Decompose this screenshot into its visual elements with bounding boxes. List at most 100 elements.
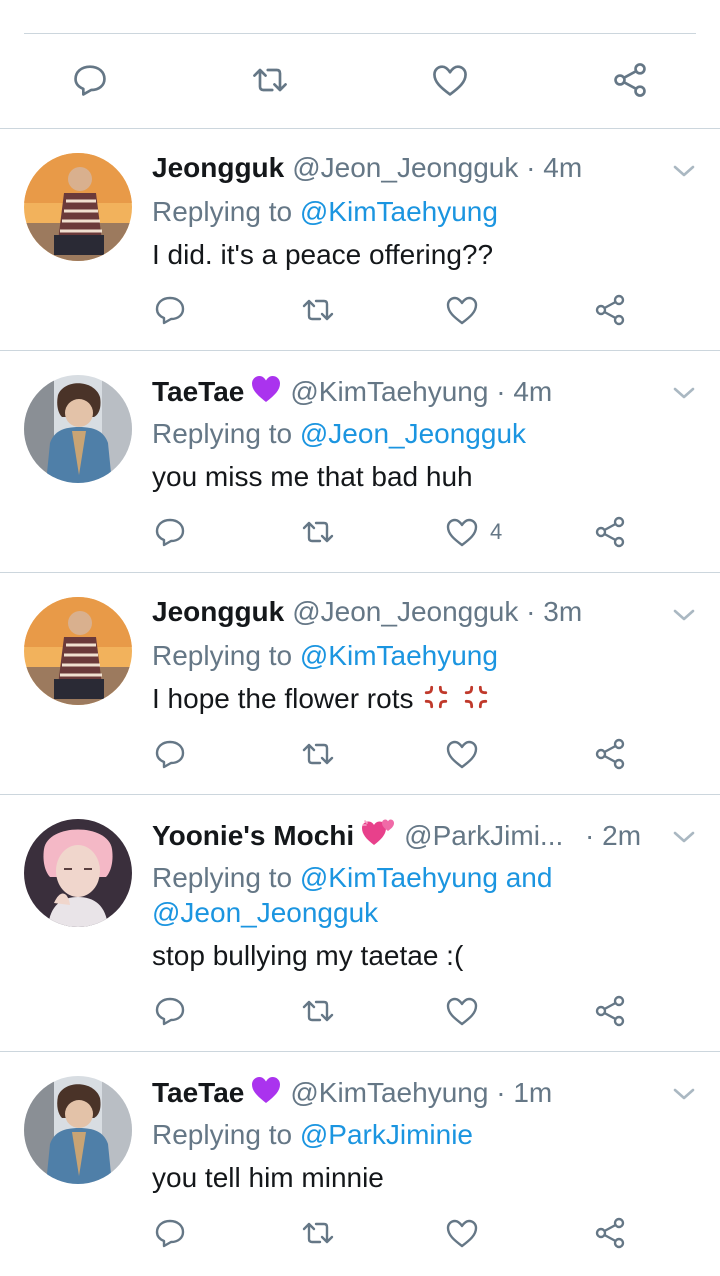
- reply-button[interactable]: [152, 290, 188, 330]
- avatar[interactable]: [24, 153, 132, 261]
- replying-label: Replying to: [152, 196, 293, 227]
- timestamp[interactable]: 3m: [543, 596, 582, 627]
- mention-link[interactable]: @KimTaehyung: [300, 196, 498, 227]
- user-handle[interactable]: @Jeon_Jeongguk: [292, 596, 518, 627]
- retweet-button[interactable]: [300, 991, 336, 1031]
- replying-label: Replying to: [152, 640, 293, 671]
- avatar[interactable]: [24, 597, 132, 705]
- share-icon: [592, 1215, 628, 1251]
- share-button[interactable]: [592, 734, 628, 774]
- share-icon: [592, 736, 628, 772]
- reply-button[interactable]: [152, 734, 188, 774]
- share-icon: [592, 514, 628, 550]
- like-icon: [444, 292, 480, 328]
- like-count: 4: [490, 519, 503, 544]
- separator-dot: ·: [526, 596, 536, 627]
- timestamp[interactable]: 2m: [602, 820, 641, 851]
- chevron-down-icon[interactable]: [670, 601, 698, 629]
- avatar[interactable]: [24, 1076, 132, 1184]
- retweet-icon: [300, 1215, 336, 1251]
- timestamp[interactable]: 1m: [513, 1077, 552, 1108]
- user-handle[interactable]: @KimTaehyung: [290, 1077, 488, 1108]
- user-handle[interactable]: @Jeon_Jeongguk: [292, 152, 518, 183]
- reply-button[interactable]: [152, 1213, 188, 1253]
- mention-link[interactable]: @Jeon_Jeongguk: [300, 418, 526, 449]
- like-icon: [444, 736, 480, 772]
- display-name[interactable]: Jeongguk: [152, 152, 284, 183]
- share-icon[interactable]: [610, 60, 650, 100]
- tweet[interactable]: TaeTae @KimTaehyung · 4m Replying to @Jeo…: [0, 350, 720, 572]
- like-icon[interactable]: [430, 60, 470, 100]
- reply-button[interactable]: [152, 991, 188, 1031]
- separator-dot: ·: [496, 1077, 506, 1108]
- share-button[interactable]: [592, 290, 628, 330]
- mention-link[interactable]: @KimTaehyung: [300, 862, 498, 893]
- timestamp[interactable]: 4m: [543, 152, 582, 183]
- display-name[interactable]: Yoonie's Mochi: [152, 820, 354, 851]
- like-icon: [444, 993, 480, 1029]
- retweet-icon[interactable]: [250, 60, 290, 100]
- retweet-icon: [300, 292, 336, 328]
- user-handle[interactable]: @KimTaehyung: [290, 376, 488, 407]
- display-name[interactable]: TaeTae: [152, 376, 244, 407]
- mention-link[interactable]: @KimTaehyung: [300, 640, 498, 671]
- display-name[interactable]: TaeTae: [152, 1077, 244, 1108]
- avatar[interactable]: [24, 375, 132, 483]
- like-button[interactable]: [444, 734, 490, 774]
- tweet[interactable]: TaeTae @KimTaehyung · 1m Replying to @Par…: [0, 1051, 720, 1276]
- reply-icon[interactable]: [70, 60, 110, 100]
- replying-and: and: [505, 862, 553, 893]
- avatar[interactable]: [24, 819, 132, 927]
- tweet[interactable]: Jeongguk @Jeon_Jeongguk · 4m Replying to …: [0, 128, 720, 350]
- replying-label: Replying to: [152, 1119, 293, 1150]
- replying-label: Replying to: [152, 862, 293, 893]
- chevron-down-icon[interactable]: [670, 157, 698, 185]
- retweet-button[interactable]: [300, 290, 336, 330]
- share-button[interactable]: [592, 512, 628, 552]
- share-button[interactable]: [592, 1213, 628, 1253]
- retweet-button[interactable]: [300, 734, 336, 774]
- anger-symbol-icon: [463, 684, 489, 710]
- retweet-button[interactable]: [300, 1213, 336, 1253]
- tweet[interactable]: Yoonie's Mochi @ParkJimi... · 2m Replying…: [0, 794, 720, 1051]
- retweet-icon: [300, 993, 336, 1029]
- separator-dot: ·: [526, 152, 536, 183]
- anger-symbol-icon: [423, 684, 449, 710]
- reply-button[interactable]: [152, 512, 188, 552]
- tweet-text: stop bullying my taetae :(: [152, 940, 464, 971]
- timestamp[interactable]: 4m: [513, 376, 552, 407]
- reply-icon: [152, 514, 188, 550]
- chevron-down-icon[interactable]: [670, 379, 698, 407]
- user-handle[interactable]: @ParkJimi...: [404, 820, 563, 851]
- share-icon: [592, 993, 628, 1029]
- tweet-text: you miss me that bad huh: [152, 461, 473, 492]
- chevron-down-icon[interactable]: [670, 823, 698, 851]
- purple-heart-icon: [250, 373, 282, 405]
- tweet-text: you tell him minnie: [152, 1162, 384, 1193]
- two-hearts-icon: [360, 817, 396, 849]
- like-button[interactable]: [444, 991, 490, 1031]
- purple-heart-icon: [250, 1074, 282, 1106]
- like-icon: [444, 1215, 480, 1251]
- top-action-bar: [0, 0, 720, 129]
- chevron-down-icon[interactable]: [670, 1080, 698, 1108]
- reply-icon: [152, 736, 188, 772]
- tweet-text: I did. it's a peace offering??: [152, 239, 494, 270]
- tweet[interactable]: Jeongguk @Jeon_Jeongguk · 3m Replying to …: [0, 572, 720, 794]
- separator-dot: ·: [585, 820, 595, 851]
- like-button[interactable]: [444, 290, 490, 330]
- reply-icon: [152, 1215, 188, 1251]
- like-button[interactable]: 4: [444, 512, 502, 552]
- reply-icon: [152, 292, 188, 328]
- mention-link[interactable]: @ParkJiminie: [300, 1119, 473, 1150]
- mention-link[interactable]: @Jeon_Jeongguk: [152, 897, 378, 928]
- retweet-button[interactable]: [300, 512, 336, 552]
- tweet-text: I hope the flower rots: [152, 683, 414, 714]
- share-button[interactable]: [592, 991, 628, 1031]
- divider: [24, 33, 696, 34]
- replying-label: Replying to: [152, 418, 293, 449]
- like-button[interactable]: [444, 1213, 490, 1253]
- retweet-icon: [300, 736, 336, 772]
- separator-dot: ·: [496, 376, 506, 407]
- display-name[interactable]: Jeongguk: [152, 596, 284, 627]
